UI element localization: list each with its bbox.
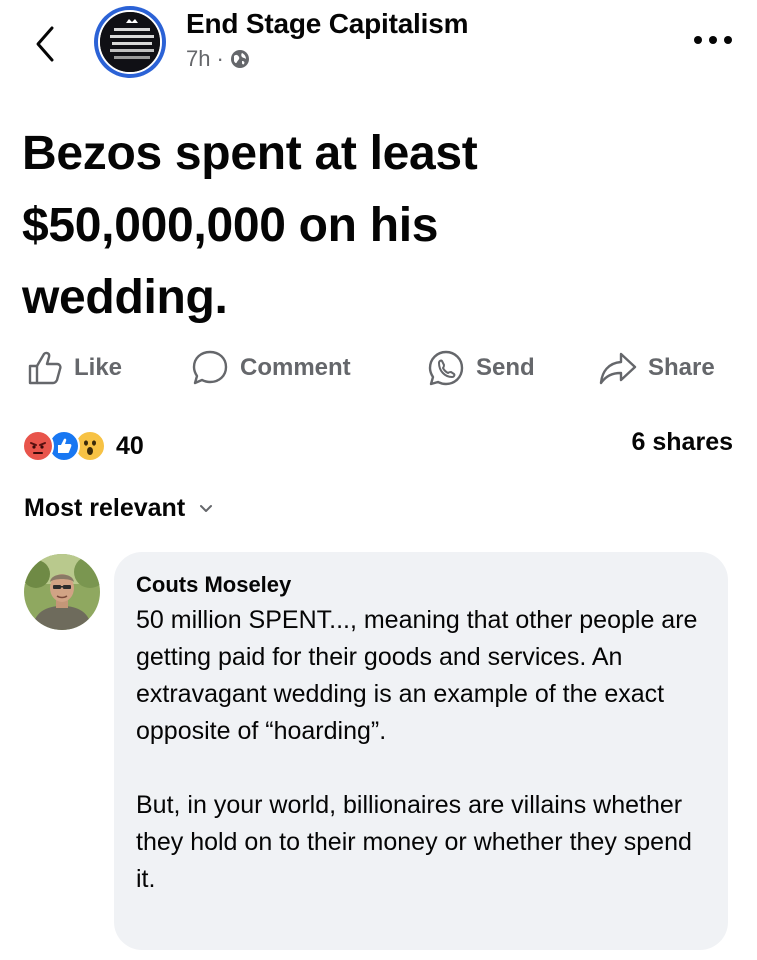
commenter-avatar[interactable] — [24, 554, 100, 630]
chevron-down-icon — [200, 504, 213, 512]
meta-separator: · — [216, 46, 224, 71]
comment-author[interactable]: Couts Moseley — [136, 568, 704, 602]
more-dots-icon — [694, 36, 732, 44]
share-button[interactable]: Share — [598, 344, 715, 392]
angry-emoji — [22, 430, 54, 462]
like-label: Like — [74, 354, 123, 381]
comment-text-paragraph-2: But, in your world, billionaires are vil… — [136, 791, 692, 893]
comment-bubble[interactable]: Couts Moseley 50 million SPENT..., meani… — [114, 552, 728, 950]
chevron-left-icon — [36, 26, 54, 62]
comment-button[interactable]: Comment — [190, 344, 351, 392]
sort-label: Most relevant — [24, 494, 186, 522]
send-label: Send — [476, 354, 535, 381]
speech-bubble-icon — [192, 350, 228, 385]
page-name[interactable]: End Stage Capitalism — [186, 8, 468, 40]
back-button[interactable] — [30, 24, 60, 64]
like-button[interactable]: Like — [26, 344, 122, 392]
post-time[interactable]: 7h — [186, 46, 210, 72]
messenger-icon — [428, 350, 464, 386]
post-headline: Bezos spent at least $50,000,000 on his … — [22, 127, 478, 324]
share-count[interactable]: 6 shares — [632, 428, 733, 457]
page-avatar[interactable] — [94, 6, 166, 78]
send-button[interactable]: Send — [426, 344, 535, 392]
comment-label: Comment — [240, 354, 351, 381]
more-options-button[interactable] — [692, 30, 734, 50]
comment-sort-dropdown[interactable]: Most relevant — [24, 494, 213, 523]
page-logo — [98, 10, 162, 74]
share-label: Share — [648, 354, 715, 381]
share-arrow-icon — [599, 352, 637, 385]
post-meta: 7h · — [186, 46, 250, 72]
reaction-count: 40 — [116, 431, 144, 460]
thumbs-up-icon — [28, 351, 62, 385]
reactions-summary[interactable]: 40 — [22, 426, 144, 466]
comment-text-paragraph-1: 50 million SPENT..., meaning that other … — [136, 606, 698, 745]
globe-icon — [230, 50, 249, 68]
